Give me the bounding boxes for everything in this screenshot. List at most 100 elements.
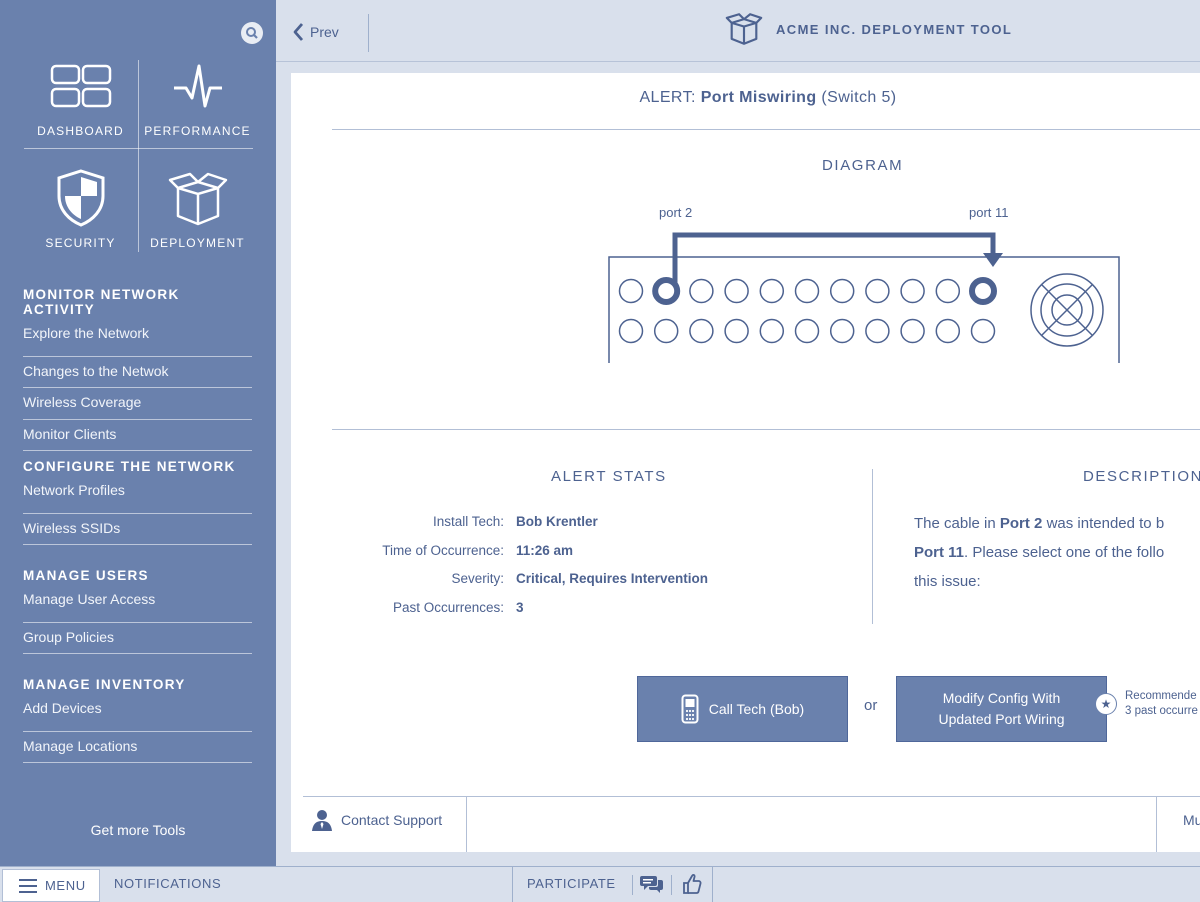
participate-tab[interactable]: PARTICIPATE — [527, 876, 616, 891]
call-tech-label: Call Tech (Bob) — [708, 701, 805, 717]
menu-label: MENU — [45, 878, 86, 893]
desc-port-2: Port 2 — [999, 515, 1043, 532]
switch-port — [829, 318, 855, 344]
switch-ports — [618, 277, 997, 344]
recommendation-text: Recommende — [1125, 690, 1197, 702]
divider — [671, 875, 672, 895]
stat-row-time: Time of Occurrence: 11:26 am — [291, 543, 851, 558]
alert-name: Port Miswiring — [700, 89, 817, 106]
chat-icon[interactable] — [640, 873, 664, 900]
search-icon[interactable] — [241, 22, 263, 44]
diagram-title: DIAGRAM — [822, 157, 904, 174]
recommendation-text: 3 past occurre — [1125, 705, 1198, 717]
desc-text: The cable in — [914, 515, 1000, 532]
divider — [712, 867, 713, 902]
stat-value: 3 — [516, 600, 524, 615]
nav-item-explore-network[interactable]: Explore the Network — [23, 325, 252, 357]
nav-item-manage-user-access[interactable]: Manage User Access — [23, 591, 252, 623]
notifications-tab[interactable]: NOTIFICATIONS — [114, 876, 221, 891]
switch-port — [900, 278, 925, 304]
switch-port — [759, 318, 785, 344]
tile-deployment-label: DEPLOYMENT — [150, 236, 245, 250]
stat-value: 11:26 am — [516, 543, 574, 558]
switch-port — [653, 318, 679, 344]
nav-item-network-profiles[interactable]: Network Profiles — [23, 482, 252, 514]
fan-icon — [1030, 273, 1104, 347]
menu-button[interactable]: MENU — [2, 869, 100, 902]
sidebar: DASHBOARD PERFORMANCE SECURITY DEPLOYMEN… — [0, 0, 276, 866]
alert-prefix: ALERT: — [639, 89, 696, 106]
tile-dashboard[interactable]: DASHBOARD — [22, 62, 139, 138]
description-text: The cable in Port 2 was intended to b Po… — [914, 509, 1200, 596]
tile-security-label: SECURITY — [45, 236, 116, 250]
nav-section-inventory: MANAGE INVENTORY Add Devices Manage Loca… — [23, 677, 252, 763]
box-icon — [168, 172, 227, 226]
switch-port — [618, 318, 644, 344]
nav-section-title: MANAGE USERS — [23, 568, 149, 583]
nav-item-monitor-clients[interactable]: Monitor Clients — [23, 420, 252, 451]
stat-key: Severity: — [451, 571, 504, 586]
nav-item-add-devices[interactable]: Add Devices — [23, 700, 252, 732]
nav-section-monitor: MONITOR NETWORK ACTIVITY Explore the Net… — [23, 287, 252, 451]
switch-port — [900, 318, 925, 344]
port-11-highlighted — [969, 277, 997, 305]
stat-row-severity: Severity: Critical, Requires Interventio… — [291, 571, 851, 586]
desc-text: . Please select one of the follo — [964, 544, 1165, 561]
star-icon: ★ — [1095, 693, 1117, 715]
nav-section-title: MONITOR NETWORK ACTIVITY — [23, 287, 180, 317]
get-more-tools-link[interactable]: Get more Tools — [0, 822, 276, 838]
prev-label: Prev — [310, 24, 339, 40]
modify-config-button[interactable]: Modify Config With Updated Port Wiring — [896, 676, 1107, 742]
switch-port — [689, 318, 714, 344]
nav-section-title: CONFIGURE THE NETWORK — [23, 459, 236, 474]
tile-performance-label: PERFORMANCE — [144, 124, 251, 138]
tile-performance[interactable]: PERFORMANCE — [139, 62, 256, 138]
switch-port — [724, 318, 749, 344]
nav-item-manage-locations[interactable]: Manage Locations — [23, 732, 252, 763]
switch-port — [794, 278, 820, 304]
switch-port — [794, 318, 820, 344]
tile-divider-horizontal — [24, 148, 253, 149]
hamburger-icon — [19, 878, 37, 893]
switch-port — [724, 278, 749, 304]
nav-item-wireless-ssids[interactable]: Wireless SSIDs — [23, 514, 252, 545]
chevron-left-icon — [293, 23, 304, 41]
miswire-connector — [672, 232, 996, 285]
switch-port — [865, 278, 890, 304]
modify-config-label-1: Modify Config With — [942, 690, 1061, 706]
call-tech-button[interactable]: Call Tech (Bob) — [637, 676, 848, 742]
app-title: ACME INC. DEPLOYMENT TOOL — [776, 21, 1013, 37]
tile-security[interactable]: SECURITY — [22, 168, 139, 250]
arrow-head — [983, 253, 1003, 267]
switch-port — [759, 278, 785, 304]
switch-port — [618, 278, 644, 304]
tile-deployment[interactable]: DEPLOYMENT — [139, 172, 256, 250]
tile-dashboard-label: DASHBOARD — [37, 124, 124, 138]
shield-icon — [57, 169, 104, 227]
stat-row-past-occurrences: Past Occurrences: 3 — [291, 600, 851, 615]
prev-button[interactable]: Prev — [292, 22, 339, 42]
alert-stats-title: ALERT STATS — [551, 468, 667, 485]
bottom-bar: MENU NOTIFICATIONS PARTICIPATE — [0, 866, 1200, 902]
alert-suffix: (Switch 5) — [821, 89, 897, 106]
port-11-label: port 11 — [969, 205, 1009, 220]
switch-port — [689, 278, 714, 304]
contact-support-button[interactable]: Contact Support — [311, 809, 442, 831]
stat-key: Install Tech: — [432, 514, 504, 529]
nav-item-group-policies[interactable]: Group Policies — [23, 623, 252, 654]
divider — [1156, 797, 1157, 852]
desc-text: was intended to b — [1042, 515, 1165, 532]
modify-config-label-2: Updated Port Wiring — [938, 711, 1065, 727]
alert-panel: ALERT: Port Miswiring (Switch 5) DIAGRAM… — [291, 73, 1200, 852]
stat-key: Time of Occurrence: — [382, 543, 504, 558]
footer-right-item[interactable]: Mu — [1183, 812, 1200, 828]
switch-port — [935, 278, 961, 304]
thumbs-up-icon[interactable] — [682, 873, 702, 900]
switch-port — [935, 318, 961, 344]
box-logo-icon — [725, 13, 763, 45]
switch-port — [865, 318, 890, 344]
nav-item-network-changes[interactable]: Changes to the Netwok — [23, 357, 252, 388]
or-label: or — [864, 697, 878, 714]
divider — [512, 867, 513, 902]
nav-item-wireless-coverage[interactable]: Wireless Coverage — [23, 388, 252, 420]
